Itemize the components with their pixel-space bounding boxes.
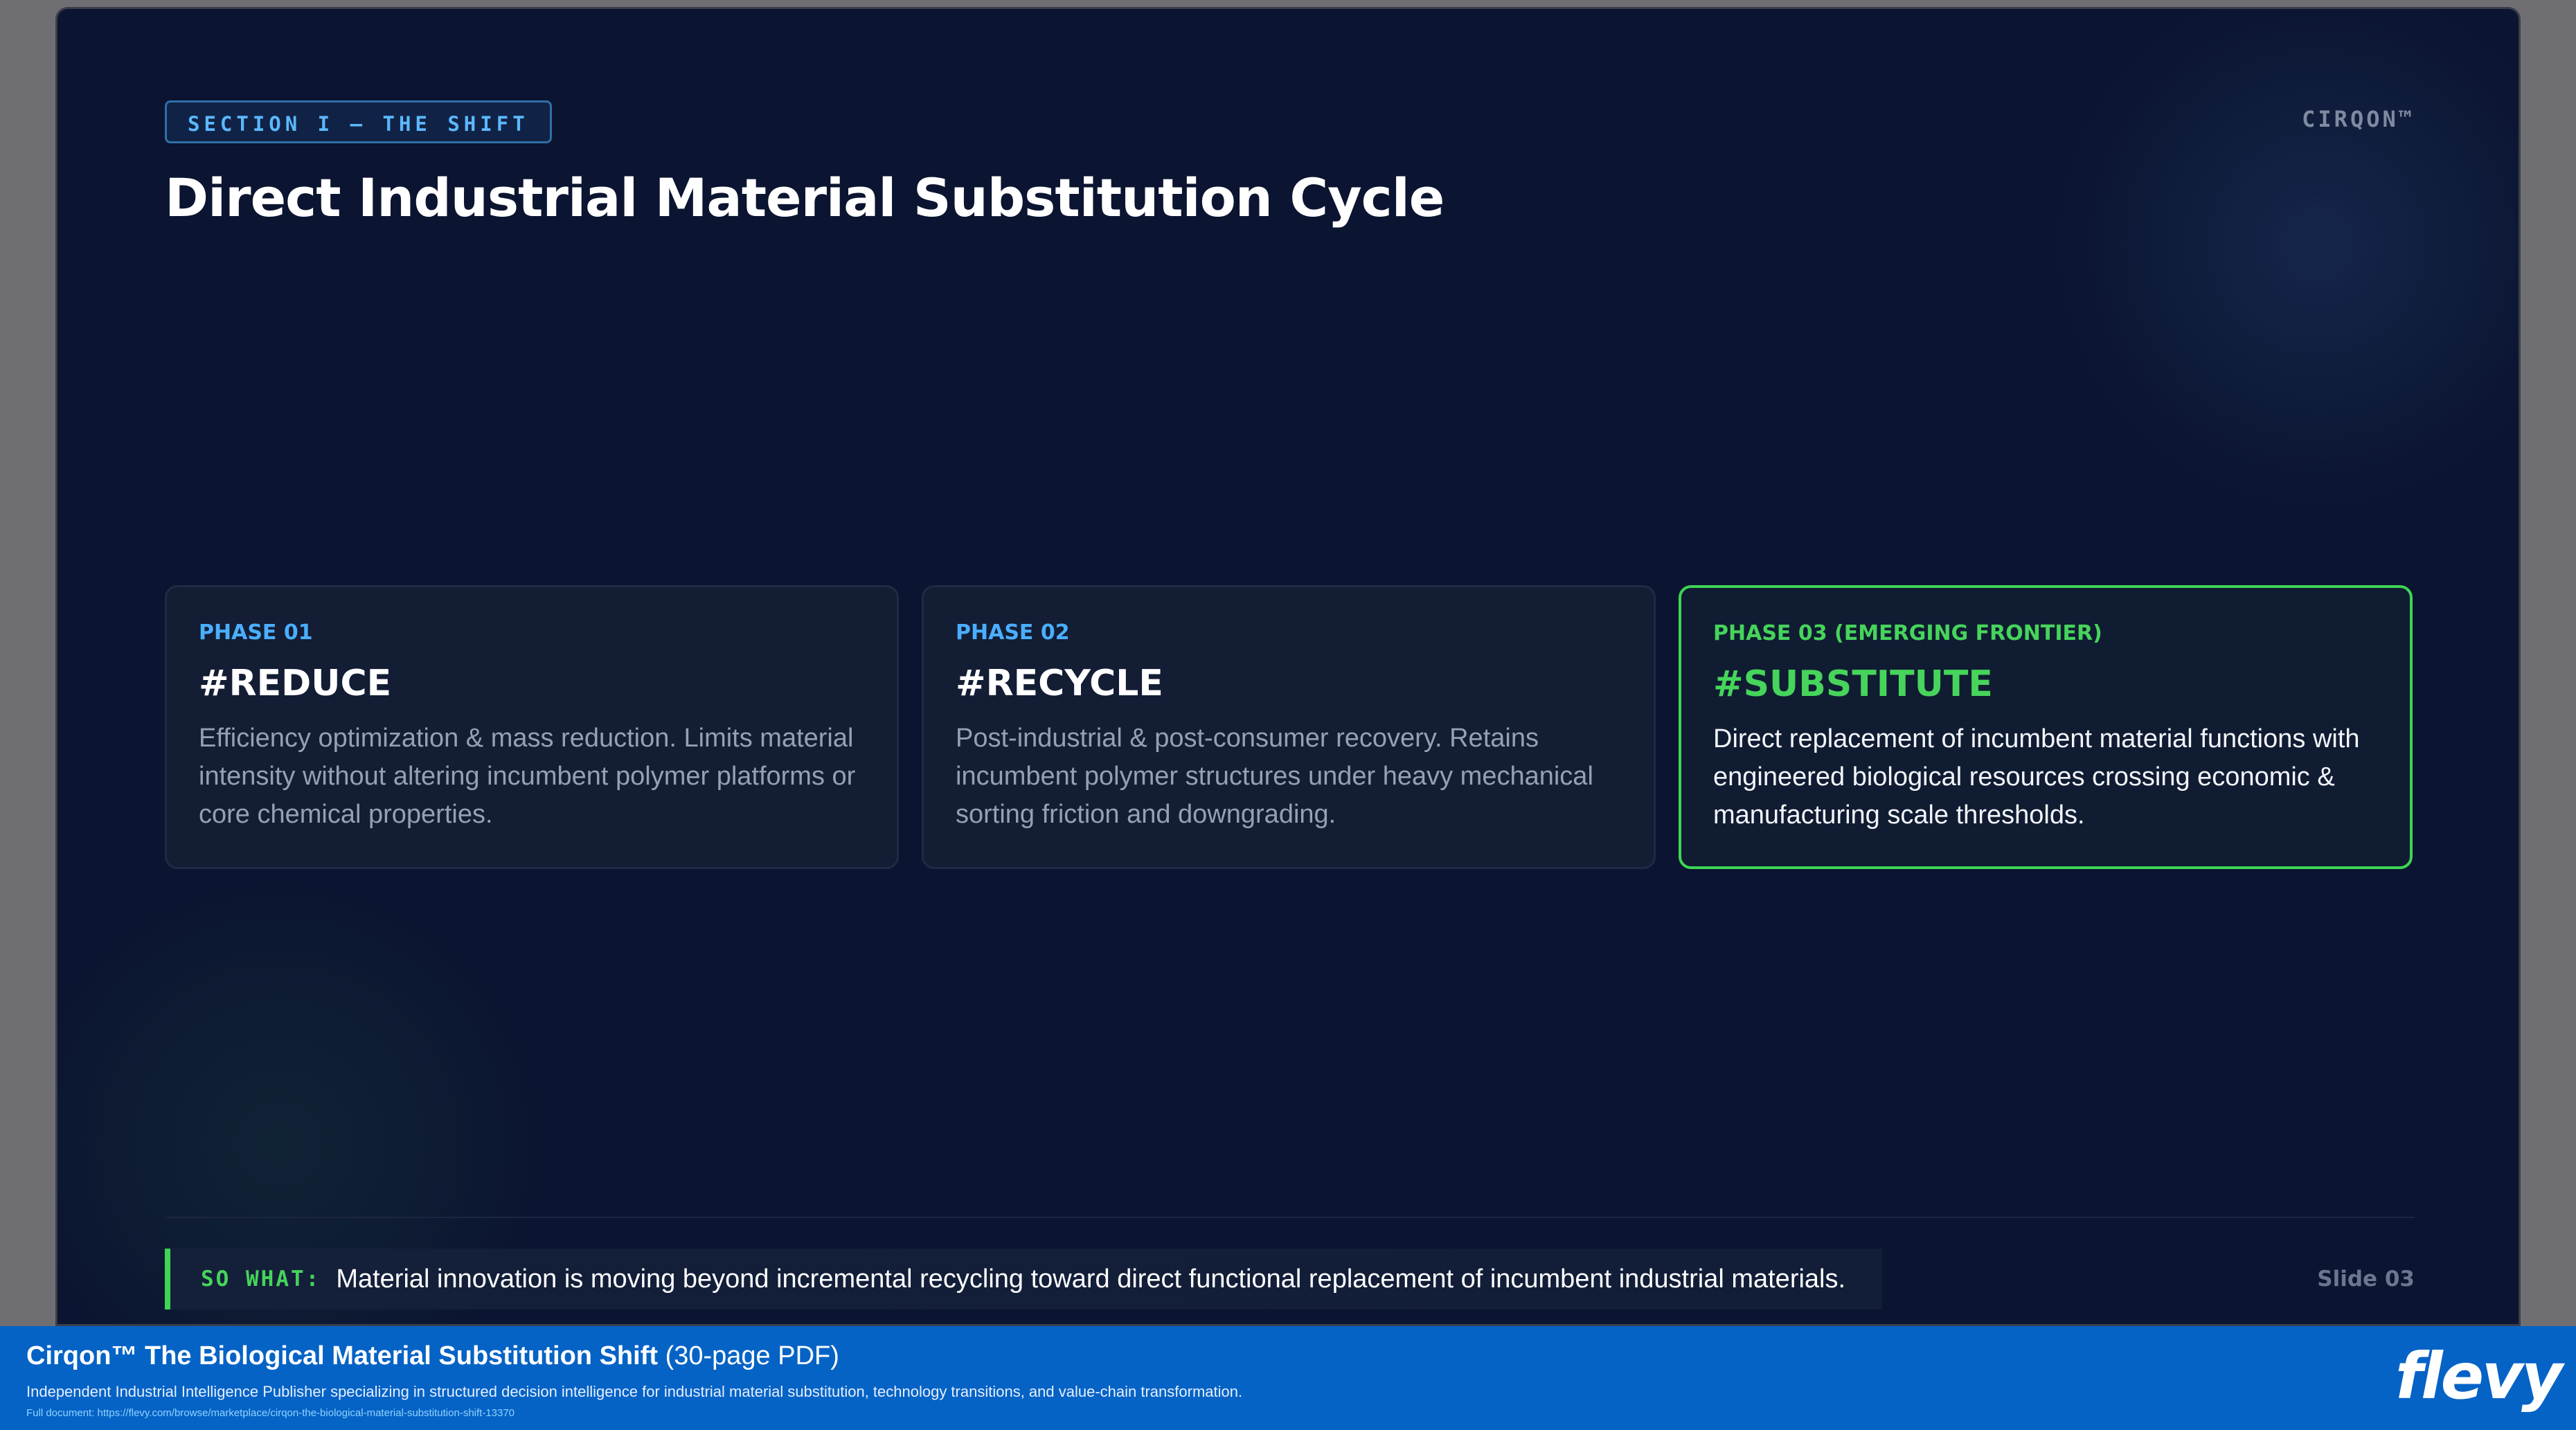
phase-description: Efficiency optimization & mass reduction…	[199, 724, 856, 829]
footer-title-bold: Cirqon™ The Biological Material Substitu…	[26, 1341, 658, 1370]
phase-label: PHASE 01	[199, 620, 313, 645]
phase-card-reduce: PHASE 01 #REDUCE Efficiency optimization…	[165, 585, 899, 869]
so-what-callout: SO WHAT: Material innovation is moving b…	[165, 1249, 1882, 1310]
phase-card-recycle: PHASE 02 #RECYCLE Post-industrial & post…	[922, 585, 1656, 869]
footer-title[interactable]: Cirqon™ The Biological Material Substitu…	[26, 1341, 839, 1371]
footer-banner: Cirqon™ The Biological Material Substitu…	[0, 1326, 2576, 1430]
phase-label: PHASE 03 (EMERGING FRONTIER)	[1713, 621, 2102, 645]
phase-description: Post-industrial & post-consumer recovery…	[956, 724, 1593, 829]
section-tag: SECTION I — THE SHIFT	[165, 100, 552, 143]
divider	[165, 1217, 2415, 1218]
phase-label: PHASE 02	[956, 620, 1070, 645]
page-title: Direct Industrial Material Substitution …	[165, 167, 1444, 229]
brand-logo: CIRQON™	[2302, 106, 2415, 132]
phase-tag: #RECYCLE	[956, 663, 1163, 704]
flevy-logo[interactable]: flevy	[2395, 1339, 2563, 1415]
phase-description: Direct replacement of incumbent material…	[1713, 724, 2360, 830]
footer-title-pages: (30-page PDF)	[665, 1341, 839, 1370]
footer-subtitle: Independent Industrial Intelligence Publ…	[26, 1383, 1243, 1400]
phase-card-substitute: PHASE 03 (EMERGING FRONTIER) #SUBSTITUTE…	[1679, 585, 2413, 869]
slide-number: Slide 03	[2317, 1267, 2415, 1292]
phase-tag: #SUBSTITUTE	[1713, 663, 1993, 705]
decorative-glow-top-right	[2055, 9, 2519, 508]
so-what-label: SO WHAT:	[201, 1267, 321, 1292]
slide: SECTION I — THE SHIFT CIRQON™ Direct Ind…	[55, 7, 2521, 1326]
so-what-text: Material innovation is moving beyond inc…	[336, 1264, 1846, 1294]
footer-link[interactable]: Full document: https://flevy.com/browse/…	[26, 1407, 515, 1419]
phase-tag: #REDUCE	[199, 663, 392, 704]
